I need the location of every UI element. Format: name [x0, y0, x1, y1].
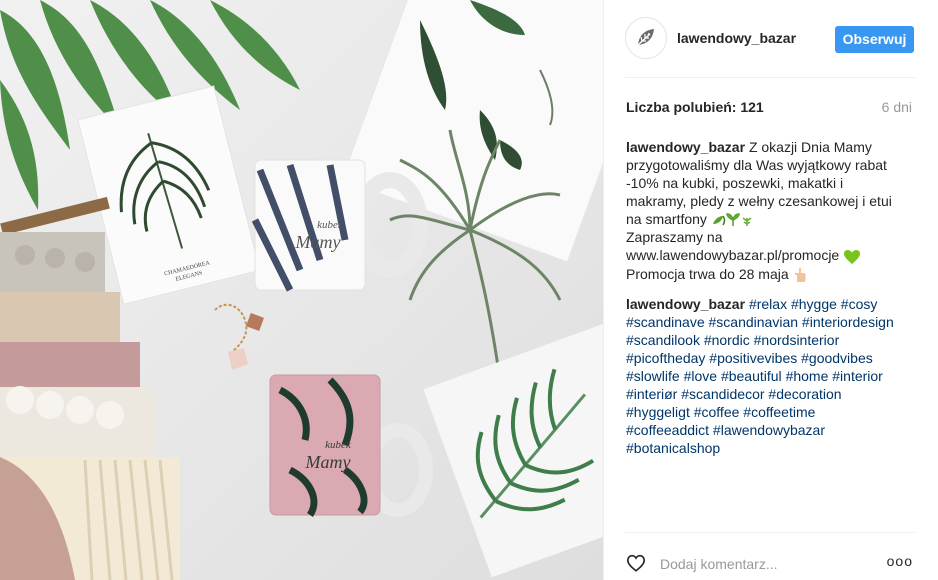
hashtag-link[interactable]: #cosy: [841, 296, 878, 312]
caption-line: Zapraszamy na: [626, 229, 723, 246]
caption-line: Z okazji Dnia Mamy: [748, 139, 872, 155]
caption-author[interactable]: lawendowy_bazar: [626, 139, 745, 155]
hashtag-link[interactable]: #scandinave: [626, 314, 705, 330]
hashtag-link[interactable]: #nordsinterior: [754, 332, 840, 348]
hashtag-link[interactable]: #scandinavian: [709, 314, 799, 330]
hashtag-link[interactable]: #lawendowybazar: [713, 422, 825, 438]
hashtag-link[interactable]: #nordic: [704, 332, 750, 348]
caption-line: Promocja trwa do 28 maja: [626, 265, 789, 282]
hashtag-link[interactable]: #beautiful: [721, 368, 782, 384]
heart-icon[interactable]: [626, 554, 646, 572]
caption-link[interactable]: www.lawendowybazar.pl/promocje: [626, 247, 839, 263]
mug-bottom-text-2: Mamy: [305, 452, 351, 472]
header-username[interactable]: lawendowy_bazar: [677, 30, 796, 46]
comments-divider: [625, 532, 915, 533]
hashtag-link[interactable]: #hygge: [791, 296, 837, 312]
likes-count[interactable]: Liczba polubień: 121: [626, 99, 764, 115]
hashtag-link[interactable]: #coffeeaddict: [626, 422, 709, 438]
avatar[interactable]: [625, 17, 667, 59]
mug-bottom-text-1: kubek: [325, 439, 352, 451]
green-heart-emoji: [844, 249, 861, 264]
hashtag-link[interactable]: #botanicalshop: [626, 440, 720, 456]
photo-illustration: CHAMAEDOREA ELEGANS kubek Mamy kubek Mam…: [0, 0, 603, 580]
post-side-panel: lawendowy_bazar Obserwuj Liczba polubień…: [603, 0, 938, 580]
add-comment-row: ooo: [604, 544, 938, 580]
hashtag-link[interactable]: #goodvibes: [801, 350, 873, 366]
hashtag-link[interactable]: #scandilook: [626, 332, 700, 348]
caption-comment: lawendowy_bazar Z okazji Dnia Mamy przyg…: [626, 138, 916, 283]
hashtag-link[interactable]: #positivevibes: [709, 350, 797, 366]
hashtag-link[interactable]: #scandidecor: [681, 386, 764, 402]
hashtag-link[interactable]: #decoration: [768, 386, 841, 402]
mug-top-text-2: Mamy: [295, 232, 341, 252]
hashtag-link[interactable]: #coffeetime: [743, 404, 815, 420]
hashtag-link[interactable]: #picoftheday: [626, 350, 705, 366]
seedling-emoji: [712, 213, 752, 227]
post-photo[interactable]: CHAMAEDOREA ELEGANS kubek Mamy kubek Mam…: [0, 0, 603, 580]
hashtag-link[interactable]: #hyggeligt: [626, 404, 690, 420]
hashtag-link[interactable]: #interiør: [626, 386, 677, 402]
hashtags-comment: lawendowy_bazar #relax #hygge #cosy #sca…: [626, 295, 916, 457]
caption-line: przygotowaliśmy dla Was wyjątkowy rabat: [626, 157, 887, 173]
comment-input[interactable]: [660, 555, 860, 573]
pointing-hand-emoji: [794, 267, 806, 282]
post-age[interactable]: 6 dni: [882, 99, 912, 115]
header-divider: [625, 77, 915, 78]
caption-line: -10% na kubki, poszewki, makatki i: [626, 175, 844, 191]
more-options-button[interactable]: ooo: [887, 553, 913, 569]
hashtag-link[interactable]: #slowlife: [626, 368, 680, 384]
comments-list: lawendowy_bazar Z okazji Dnia Mamy przyg…: [626, 138, 916, 469]
mug-top-text-1: kubek: [317, 219, 344, 231]
hashtag-link[interactable]: #interiordesign: [802, 314, 894, 330]
post-header: lawendowy_bazar Obserwuj: [604, 0, 938, 77]
hashtag-link[interactable]: #interior: [832, 368, 883, 384]
caption-line: makramy, pledy z wełny czesankowej i etu…: [626, 193, 892, 209]
hashtag-link[interactable]: #home: [786, 368, 829, 384]
hashtag-link[interactable]: #coffee: [694, 404, 740, 420]
caption-line: na smartfony: [626, 211, 707, 227]
follow-button[interactable]: Obserwuj: [835, 26, 914, 53]
leaf-logo-icon: [637, 29, 654, 46]
hashtag-link[interactable]: #relax: [749, 296, 787, 312]
comment-author[interactable]: lawendowy_bazar: [626, 296, 745, 312]
hashtag-link[interactable]: #love: [684, 368, 717, 384]
